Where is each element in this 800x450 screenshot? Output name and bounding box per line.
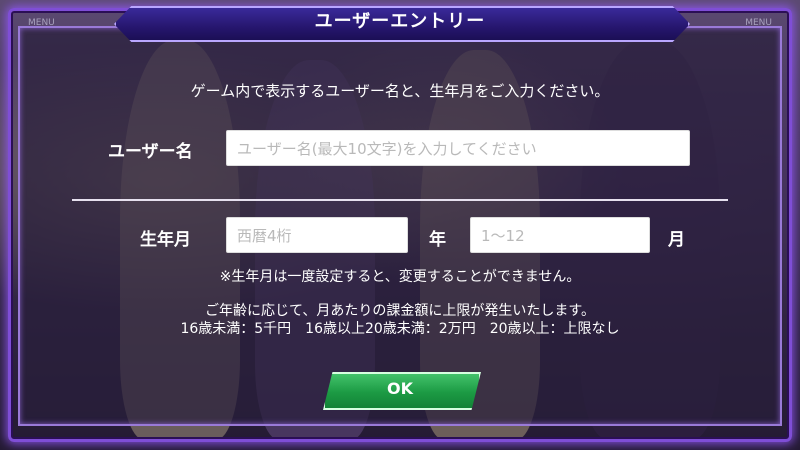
form-divider bbox=[72, 199, 728, 201]
spending-limit-notice: ご年齢に応じて、月あたりの課金額に上限が発生いたします。 bbox=[205, 303, 595, 319]
birth-year-input[interactable]: 西暦4桁 bbox=[226, 217, 408, 253]
ok-button-label[interactable]: OK bbox=[323, 372, 477, 406]
birth-label: 生年月 bbox=[140, 230, 191, 250]
year-unit-label: 年 bbox=[429, 230, 446, 250]
username-label: ユーザー名 bbox=[108, 142, 193, 162]
birthdate-warning: ※生年月は一度設定すると、変更することができません。 bbox=[219, 269, 581, 285]
birth-month-placeholder: 1～12 bbox=[481, 226, 525, 245]
birth-year-placeholder: 西暦4桁 bbox=[237, 226, 292, 245]
birth-month-input[interactable]: 1～12 bbox=[470, 217, 650, 253]
month-unit-label: 月 bbox=[668, 230, 685, 250]
spending-limit-tiers: 16歳未満：5千円 16歳以上20歳未満：2万円 20歳以上：上限なし bbox=[180, 321, 620, 337]
username-input[interactable]: ユーザー名(最大10文字)を入力してください bbox=[226, 130, 690, 166]
entry-form: ゲーム内で表示するユーザー名と、生年月をご入力ください。 ユーザー名 ユーザー名… bbox=[0, 0, 800, 450]
intro-text: ゲーム内で表示するユーザー名と、生年月をご入力ください。 bbox=[190, 82, 610, 100]
username-placeholder: ユーザー名(最大10文字)を入力してください bbox=[237, 139, 537, 158]
